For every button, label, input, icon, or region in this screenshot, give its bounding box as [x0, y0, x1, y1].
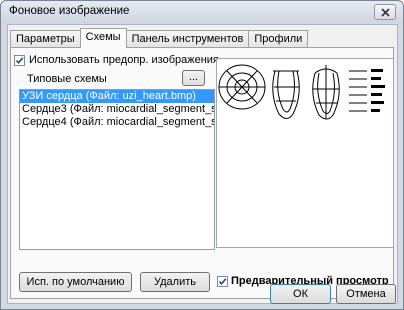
tab-profiles[interactable]: Профили	[248, 30, 309, 47]
list-item[interactable]: Сердце3 (Файл: miocardial_segment_small1…	[20, 103, 214, 116]
close-icon	[381, 8, 390, 17]
window-title: Фоновое изображение	[9, 5, 130, 17]
tab-parameters[interactable]: Параметры	[10, 30, 81, 47]
preview-image	[216, 58, 394, 248]
title-bar[interactable]: Фоновое изображение	[1, 1, 403, 23]
heart-scheme-image	[218, 64, 385, 120]
ok-button[interactable]: ОК	[270, 284, 331, 304]
tab-panel-schemes: Использовать предопр. изображения Типовы…	[10, 47, 394, 299]
use-predefined-checkbox[interactable]	[14, 55, 25, 66]
checkmark-icon	[218, 278, 227, 286]
dialog-client-area: Параметры Схемы Панель инструментов Проф…	[7, 24, 398, 304]
tab-schemes[interactable]: Схемы	[79, 28, 127, 48]
use-predefined-label: Использовать предопр. изображения	[29, 54, 219, 66]
checkmark-icon	[15, 57, 24, 65]
list-item[interactable]: УЗИ сердца (Файл: uzi_heart.bmp)	[20, 90, 214, 103]
schemes-list[interactable]: УЗИ сердца (Файл: uzi_heart.bmp) Сердце3…	[19, 89, 215, 250]
delete-button[interactable]: Удалить	[140, 272, 210, 292]
preview-checkbox[interactable]	[217, 276, 228, 287]
use-default-button[interactable]: Исп. по умолчанию	[19, 272, 132, 292]
dialog-window: Фоновое изображение Параметры Схемы Пане…	[0, 0, 404, 310]
tab-toolbar[interactable]: Панель инструментов	[125, 30, 250, 47]
close-button[interactable]	[374, 4, 396, 20]
browse-button[interactable]: ...	[182, 70, 205, 86]
cancel-button[interactable]: Отмена	[336, 284, 396, 304]
list-item[interactable]: Сердце4 (Файл: miocardial_segment_small2…	[20, 116, 214, 129]
schemes-heading: Типовые схемы	[27, 73, 107, 85]
tab-strip: Параметры Схемы Панель инструментов Проф…	[10, 28, 309, 48]
